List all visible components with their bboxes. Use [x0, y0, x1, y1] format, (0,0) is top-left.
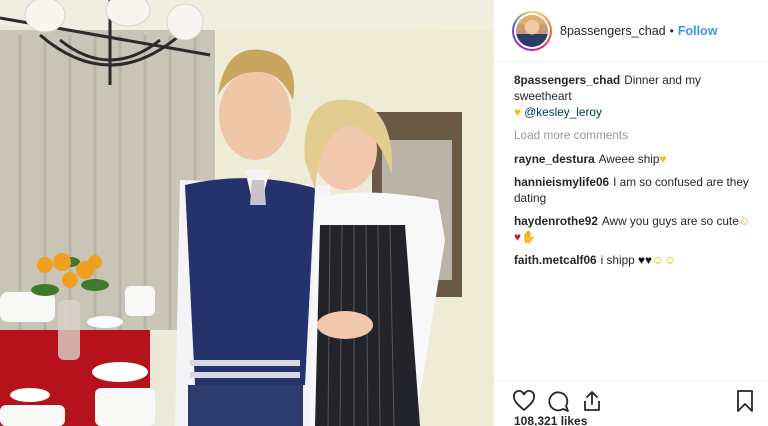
yellow-heart-icon: ♥ — [514, 105, 522, 119]
comment-item: rayne_destura Aweee ship♥ — [514, 151, 754, 167]
comment-username[interactable]: hannieismylife06 — [514, 175, 609, 189]
caption-mention[interactable]: @kesley_leroy — [524, 105, 602, 119]
comments-list: 8passengers_chad Dinner and my sweetheart… — [514, 72, 754, 275]
comment-username[interactable]: faith.metcalf06 — [514, 253, 597, 267]
post-header: 8passengers_chad • Follow — [494, 0, 768, 62]
load-more-comments-button[interactable]: Load more comments — [514, 127, 754, 143]
avatar[interactable] — [512, 10, 552, 51]
comment-username[interactable]: rayne_destura — [514, 152, 595, 166]
post-side-panel: 8passengers_chad • Follow 8passengers_ch… — [493, 0, 768, 426]
hand-icon: ✋ — [521, 230, 536, 244]
comment-text: Aweee ship — [598, 152, 660, 166]
smiling-face-icon: ☺ — [738, 214, 751, 228]
comment-item: haydenrothe92 Aww you guys are so cute☺ ♥… — [514, 213, 754, 245]
post-photo[interactable] — [0, 0, 493, 426]
black-heart-icon: ♥♥ — [638, 253, 653, 267]
share-icon[interactable] — [580, 389, 604, 413]
separator-dot: • — [669, 23, 674, 38]
avatar-image — [516, 14, 548, 47]
comment-item: faith.metcalf06 i shipp ♥♥☺☺ — [514, 252, 754, 268]
smiling-face-icon: ☺☺ — [652, 253, 677, 267]
comment-text: i shipp — [600, 253, 635, 267]
caption-username[interactable]: 8passengers_chad — [514, 73, 620, 87]
comment-item: hannieismylife06 I am so confused are the… — [514, 174, 754, 206]
comment-username[interactable]: haydenrothe92 — [514, 214, 598, 228]
comment-bubble-icon[interactable] — [546, 389, 570, 413]
caption: 8passengers_chad Dinner and my sweetheart… — [514, 72, 754, 120]
comment-text: Aww you guys are so cute — [601, 214, 739, 228]
yellow-heart-icon: ♥ — [659, 152, 667, 166]
avatar-ring — [514, 12, 550, 49]
photo-illustration — [0, 0, 493, 426]
post-username[interactable]: 8passengers_chad — [560, 24, 666, 38]
likes-count[interactable]: 108,321 likes — [514, 414, 587, 426]
heart-outline-icon[interactable] — [512, 389, 536, 413]
follow-button[interactable]: Follow — [678, 24, 718, 38]
bookmark-icon[interactable] — [733, 389, 757, 413]
red-heart-icon: ♥ — [514, 230, 522, 244]
